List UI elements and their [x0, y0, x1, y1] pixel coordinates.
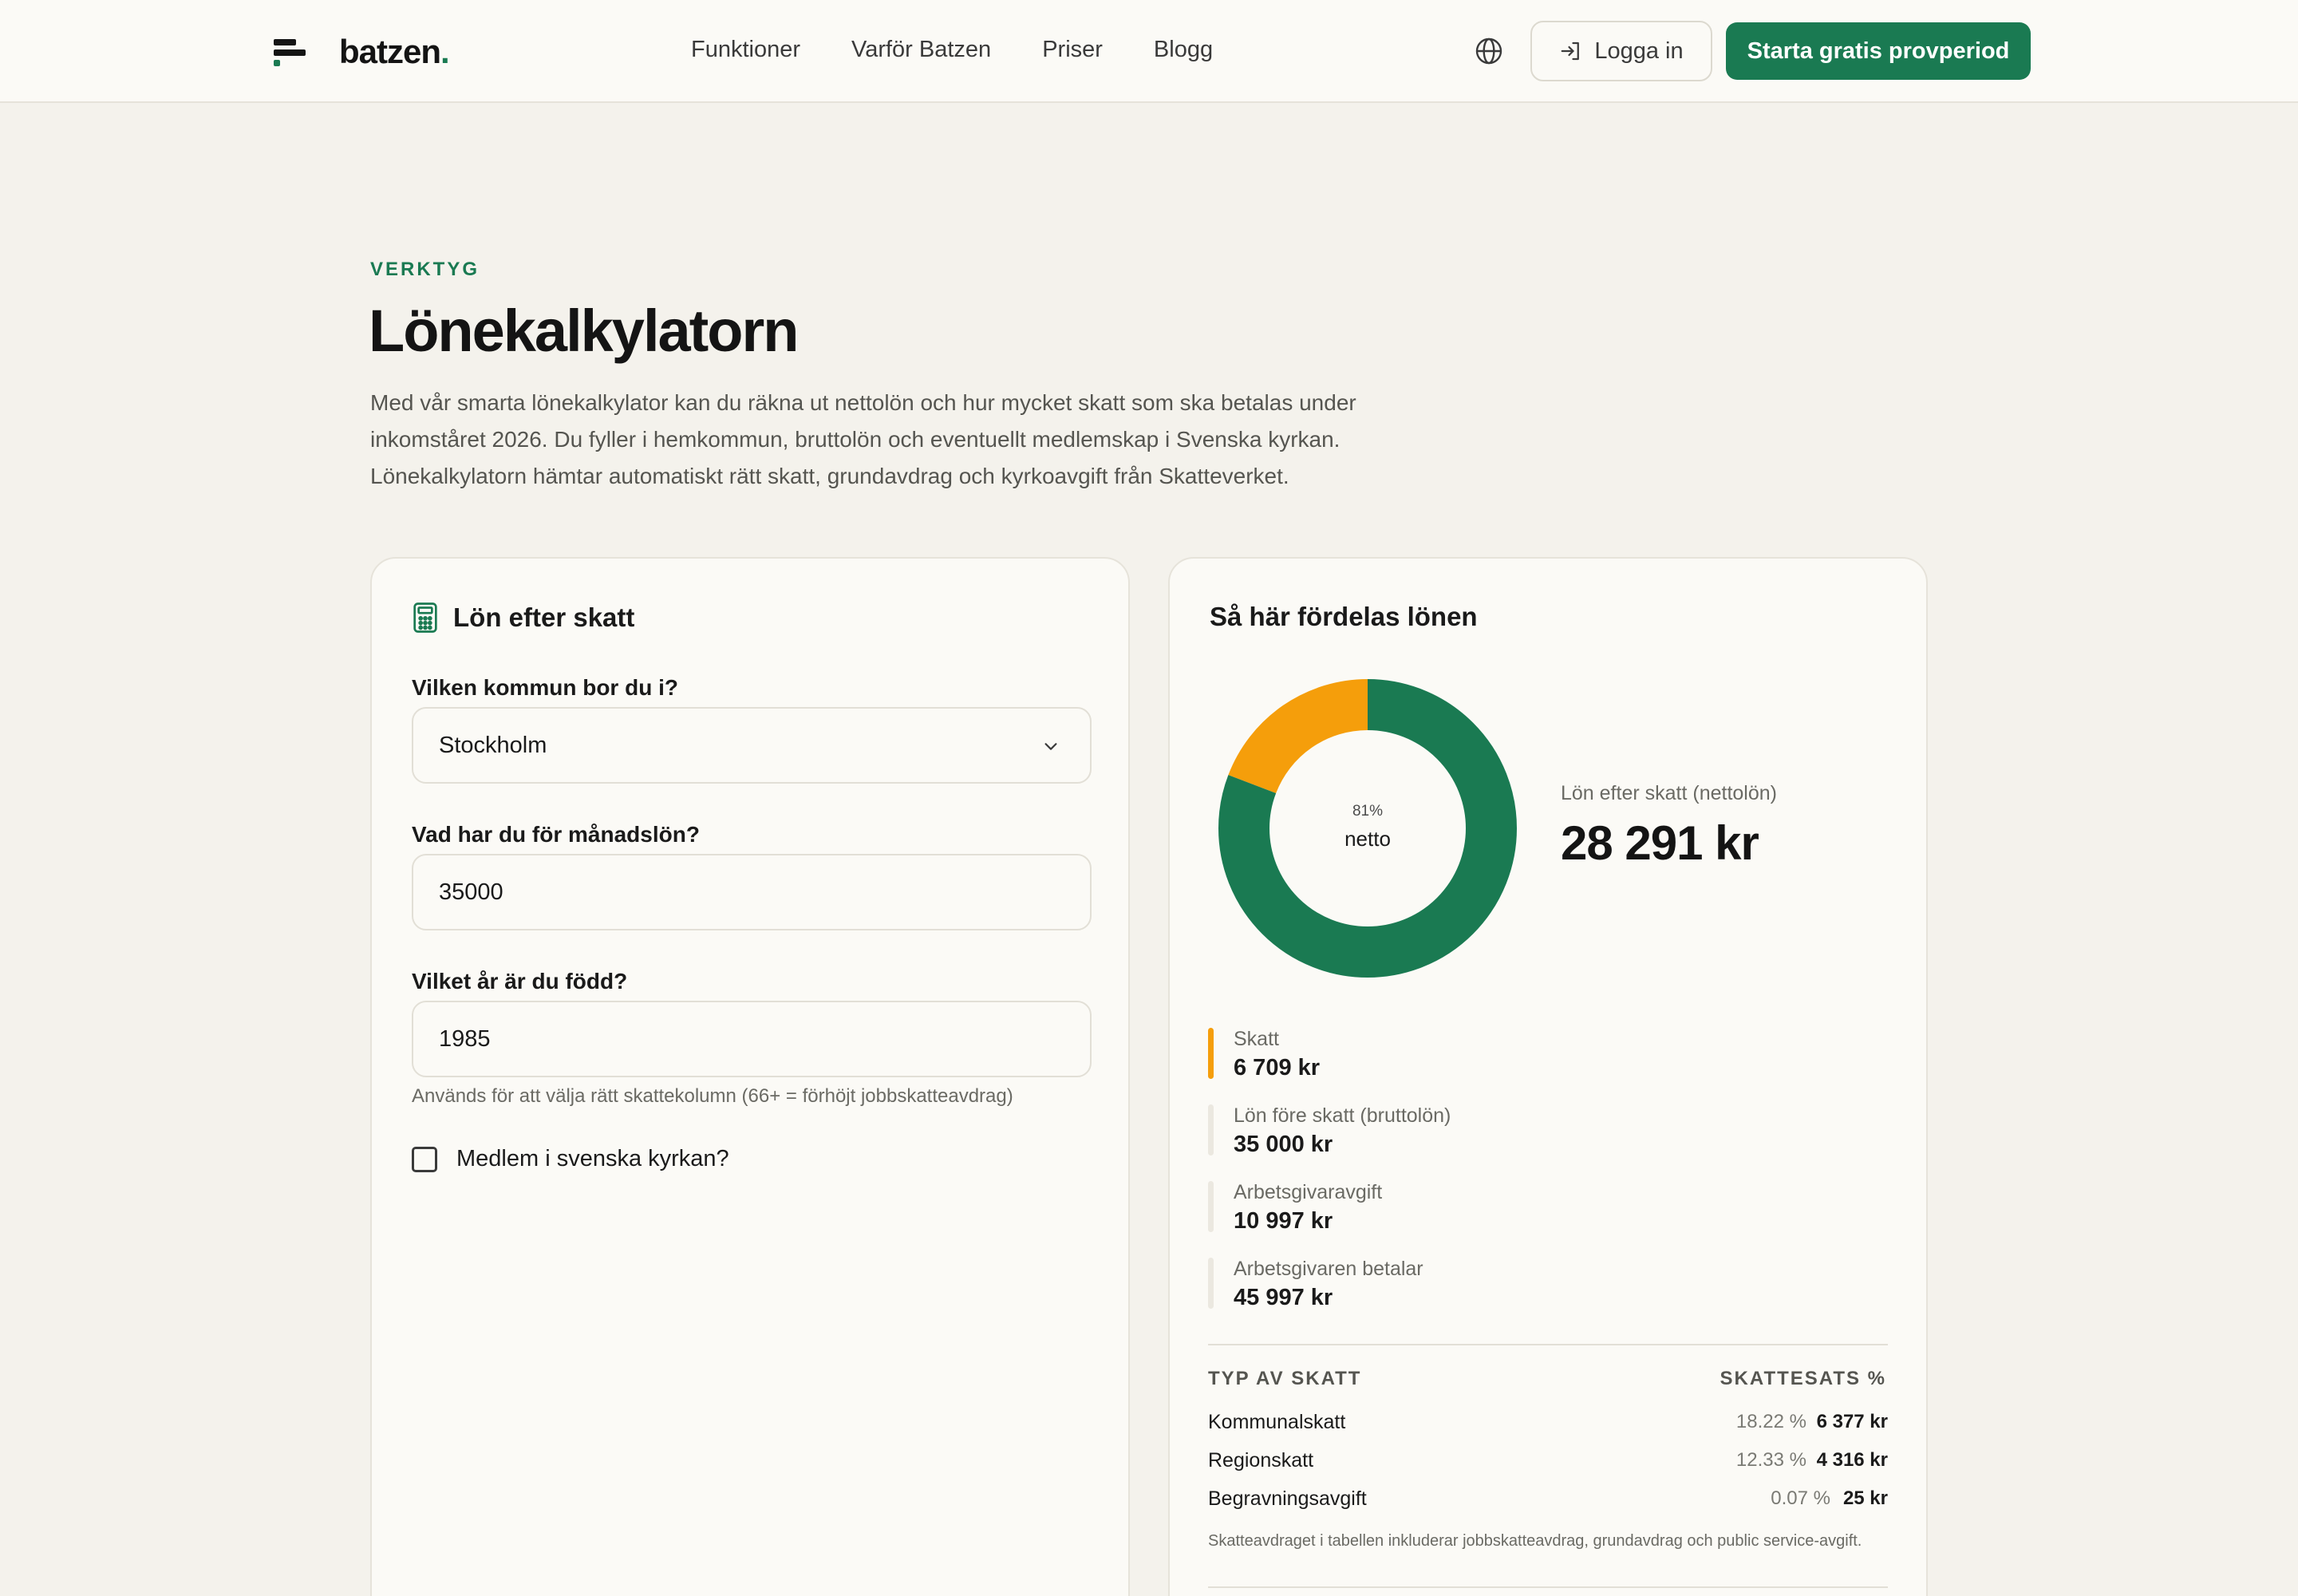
breakdown-title: Så här fördelas lönen — [1210, 602, 1478, 631]
intro-text: Med vår smarta lönekalkylator kan du räk… — [370, 390, 1356, 488]
start-trial-button[interactable]: Starta gratis provperiod — [1726, 22, 2031, 80]
tax-type: Kommunalskatt — [1208, 1411, 1346, 1433]
donut-center-label: netto — [1344, 827, 1391, 851]
login-button[interactable]: Logga in — [1530, 21, 1712, 81]
legend-value: 35 000 kr — [1234, 1132, 1333, 1157]
breakdown-card-title: Så här fördelas lönen — [1210, 602, 1478, 632]
birth-year-label: Vilket år är du född? — [412, 969, 628, 994]
login-label: Logga in — [1594, 38, 1684, 64]
bottom-divider — [1208, 1586, 1888, 1588]
legend-marker — [1208, 1181, 1214, 1232]
legend-label: Lön före skatt (bruttolön) — [1234, 1104, 1451, 1127]
table-row: Regionskatt 12.33 % 4 316 kr — [1208, 1449, 1888, 1481]
donut-center-percent: 81% — [1352, 803, 1384, 820]
legend-marker — [1208, 1258, 1214, 1309]
nav-item-varfor-batzen[interactable]: Varför Batzen — [851, 37, 991, 63]
legend-value: 45 997 kr — [1234, 1285, 1333, 1310]
calculator-icon — [413, 602, 437, 633]
legend-label: Arbetsgivaravgift — [1234, 1181, 1383, 1203]
legend-value: 10 997 kr — [1234, 1208, 1333, 1234]
logo-text: batzen. — [339, 33, 450, 70]
salary-breakdown-card: Så här fördelas lönen 81% netto Lön efte… — [1168, 557, 1928, 1596]
tax-type: Begravningsavgift — [1208, 1487, 1367, 1510]
calculator-title: Lön efter skatt — [453, 602, 635, 632]
logo-mark-icon — [274, 39, 306, 66]
tax-amount: 25 kr — [1842, 1487, 1888, 1509]
table-header-rate: SKATTESATS % — [1720, 1368, 1886, 1389]
nav-item-funktioner[interactable]: Funktioner — [691, 37, 800, 63]
section-eyebrow: VERKTYG — [370, 259, 480, 280]
birth-year-value: 1985 — [439, 1025, 491, 1052]
site-header: batzen. Funktioner Varför Batzen Priser … — [0, 0, 2298, 103]
net-salary-value: 28 291 kr — [1561, 816, 1759, 870]
nav-item-priser[interactable]: Priser — [1042, 37, 1103, 63]
legend-value: 6 709 kr — [1234, 1055, 1321, 1080]
birth-year-input[interactable]: 1985 — [412, 1001, 1092, 1077]
monthly-salary-input[interactable]: 35000 — [412, 854, 1092, 930]
church-member-label: Medlem i svenska kyrkan? — [456, 1146, 729, 1171]
table-row: Kommunalskatt 18.22 % 6 377 kr — [1208, 1411, 1888, 1443]
legend-label: Arbetsgivaren betalar — [1234, 1258, 1423, 1280]
tax-rate: 0.07 % — [1771, 1487, 1830, 1509]
table-footnote: Skatteavdraget i tabellen inkluderar job… — [1208, 1532, 1862, 1550]
legend-marker — [1208, 1028, 1214, 1079]
tax-amount: 6 377 kr — [1816, 1411, 1888, 1432]
municipality-label: Vilken kommun bor du i? — [412, 675, 678, 700]
salary-calculator-card: Lön efter skatt Vilken kommun bor du i? … — [370, 557, 1130, 1596]
tax-type: Regionskatt — [1208, 1449, 1314, 1472]
legend-marker — [1208, 1104, 1214, 1156]
table-row: Begravningsavgift 0.07 % 25 kr — [1208, 1487, 1888, 1519]
net-salary-label: Lön efter skatt (nettolön) — [1561, 782, 1777, 804]
table-divider — [1208, 1344, 1888, 1345]
birth-year-hint: Används för att välja rätt skattekolumn … — [412, 1085, 1013, 1107]
municipality-select[interactable]: Stockholm — [412, 707, 1092, 784]
salary-label: Vad har du för månadslön? — [412, 822, 700, 847]
tax-rate: 12.33 % — [1735, 1449, 1806, 1471]
tax-amount: 4 316 kr — [1816, 1449, 1888, 1471]
page-title: Lönekalkylatorn — [369, 298, 800, 364]
calculator-card-title: Lön efter skatt — [412, 602, 634, 634]
batzen-logo[interactable]: batzen. — [274, 30, 450, 73]
login-icon — [1561, 41, 1580, 61]
main-nav: Funktioner Varför Batzen Priser Blogg — [691, 37, 1213, 63]
nav-item-blogg[interactable]: Blogg — [1154, 37, 1213, 63]
church-member-row[interactable]: Medlem i svenska kyrkan? — [412, 1146, 729, 1172]
legend-label: Skatt — [1234, 1028, 1279, 1050]
municipality-value: Stockholm — [439, 732, 547, 758]
salary-value: 35000 — [439, 879, 503, 905]
globe-icon[interactable] — [1475, 37, 1503, 65]
chevron-down-icon — [1044, 743, 1057, 750]
table-header-type: TYP AV SKATT — [1208, 1368, 1362, 1389]
church-member-checkbox[interactable] — [412, 1146, 437, 1172]
tax-rate: 18.22 % — [1735, 1411, 1806, 1432]
